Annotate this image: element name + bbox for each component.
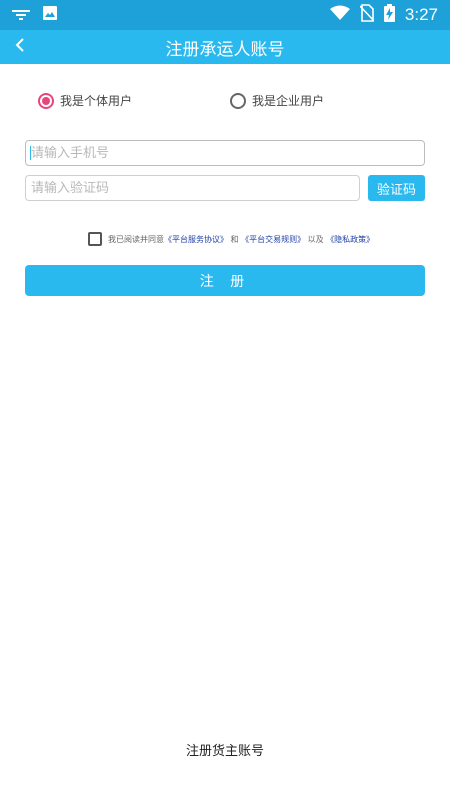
back-button[interactable] <box>8 35 32 59</box>
battery-charging-icon <box>383 4 395 26</box>
wifi-icon <box>329 5 350 25</box>
page-title: 注册承运人账号 <box>165 39 285 60</box>
chevron-left-icon <box>14 37 26 57</box>
get-code-button[interactable]: 验证码 <box>368 175 425 201</box>
radio-company-user[interactable]: 我是企业用户 <box>230 92 324 109</box>
no-sim-icon <box>359 4 375 26</box>
service-agreement-link[interactable]: 《平台服务协议》 <box>164 235 228 244</box>
agreement-text: 我已阅读并同意《平台服务协议》 和 《平台交易规则》 以及 《隐私政策》 <box>108 234 374 245</box>
clock: 3:27 <box>404 5 438 24</box>
agreement-prefix: 我已阅读并同意 <box>108 234 164 244</box>
agreement-and: 和 <box>230 234 239 244</box>
agreement-checkbox[interactable] <box>88 232 102 246</box>
notification-icon <box>12 6 30 25</box>
agreement-and2: 以及 <box>307 234 324 244</box>
register-button[interactable]: 注 册 <box>25 265 425 296</box>
phone-input[interactable] <box>25 140 425 166</box>
radio-personal-label: 我是个体用户 <box>60 94 133 108</box>
radio-company-label: 我是企业用户 <box>252 94 325 108</box>
radio-checked-icon <box>38 92 54 109</box>
status-right: 3:27 <box>329 4 438 26</box>
agreement-row: 我已阅读并同意《平台服务协议》 和 《平台交易规则》 以及 《隐私政策》 <box>88 231 428 247</box>
image-icon <box>42 5 58 25</box>
user-type-group: 我是个体用户 我是企业用户 <box>38 92 418 112</box>
trade-rules-link[interactable]: 《平台交易规则》 <box>241 235 305 244</box>
text-cursor <box>30 146 31 160</box>
register-shipper-link[interactable]: 注册货主账号 <box>0 740 450 759</box>
status-bar: 3:27 <box>0 0 450 30</box>
radio-personal-user[interactable]: 我是个体用户 <box>38 92 132 109</box>
radio-unchecked-icon <box>230 92 246 109</box>
privacy-policy-link[interactable]: 《隐私政策》 <box>326 235 374 244</box>
app-bar: 注册承运人账号 <box>0 30 450 64</box>
verification-code-input[interactable] <box>25 175 360 201</box>
status-left <box>12 5 58 25</box>
